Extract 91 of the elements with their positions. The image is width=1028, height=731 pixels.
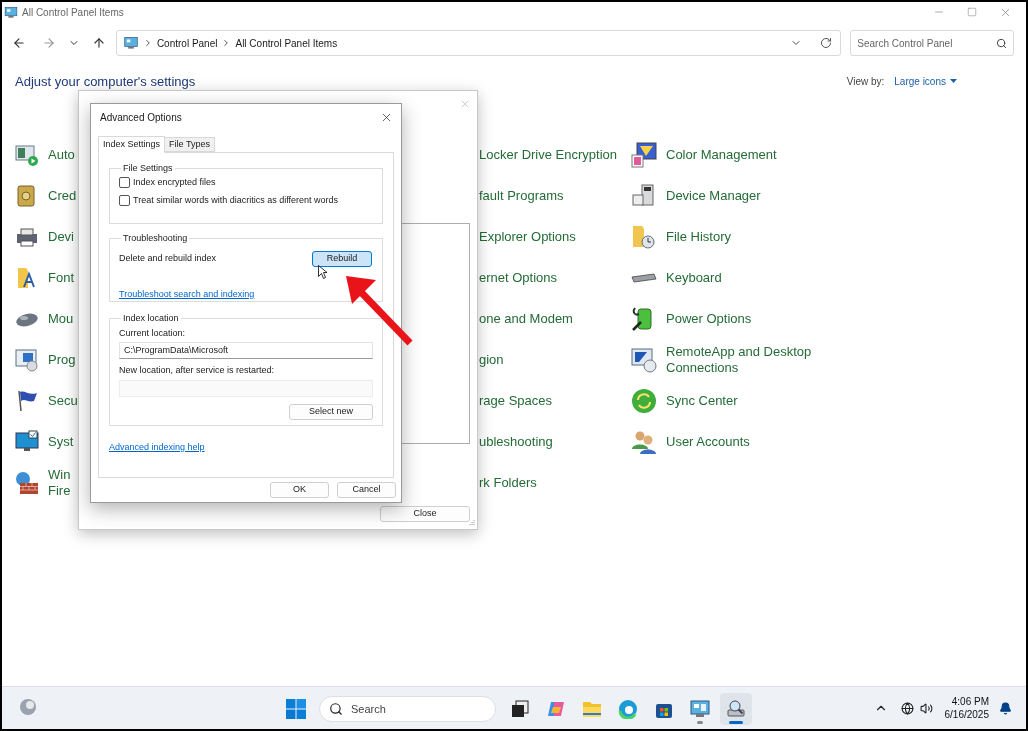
view-by-label: View by: [846, 74, 885, 89]
item-label[interactable]: fault Programs [479, 185, 564, 206]
control-panel-icon [122, 36, 139, 50]
clock-time[interactable]: 4:06 PM [951, 695, 989, 708]
volume-icon[interactable] [919, 701, 933, 715]
item-label[interactable]: Cred [48, 187, 77, 204]
back-icon[interactable] [12, 36, 26, 50]
folder-clock-icon [631, 223, 657, 250]
item-label[interactable]: Color Management [666, 146, 826, 163]
programs-monitor-icon [15, 347, 39, 372]
view-by-dropdown[interactable]: Large icons [894, 73, 957, 89]
dialog-title: Advanced Options [100, 110, 182, 125]
resize-grip-icon [467, 519, 475, 527]
breadcrumb-item[interactable]: All Control Panel Items [235, 35, 338, 51]
dialog-button[interactable]: Cancel [337, 482, 396, 498]
item-label[interactable]: File History [666, 228, 826, 245]
checkbox-label: Treat similar words with diacritics as different words [133, 194, 339, 207]
copilot-icon [546, 699, 566, 719]
task-view-icon [510, 699, 530, 719]
item-label[interactable]: Keyboard [666, 269, 826, 286]
help-link[interactable]: Advanced indexing help [109, 441, 205, 455]
item-label[interactable]: one and Modem [479, 308, 573, 329]
rebuild-description: Delete and rebuild index [119, 251, 217, 265]
sync-icon [631, 387, 657, 414]
item-label[interactable]: rage Spaces [479, 390, 552, 411]
window-title: All Control Panel Items [22, 5, 124, 20]
notification-bell-icon[interactable] [999, 701, 1012, 715]
item-label[interactable]: Sync Center [666, 392, 826, 409]
network-icon[interactable] [900, 701, 914, 715]
item-label[interactable]: Secu [48, 392, 78, 409]
control-panel-icon [4, 5, 18, 19]
checkbox-label: Index encrypted files [133, 175, 216, 189]
group-label: Troubleshooting [122, 232, 189, 245]
item-label[interactable]: Syst [48, 433, 74, 450]
up-icon[interactable] [91, 36, 106, 50]
folder-icon [582, 699, 602, 719]
item-label[interactable]: Font [48, 269, 74, 286]
rebuild-button[interactable]: Rebuild [312, 250, 372, 267]
forward-icon[interactable] [41, 36, 56, 50]
troubleshoot-link[interactable]: Troubleshoot search and indexing [119, 287, 255, 301]
item-label[interactable]: Power Options [666, 310, 826, 327]
current-location-field: C:\ProgramData\Microsoft [119, 342, 373, 359]
monitor-play-icon [15, 142, 39, 167]
item-label[interactable]: Auto [48, 146, 75, 163]
control-panel-icon [690, 699, 710, 719]
item-label[interactable]: gion [479, 349, 504, 370]
tab[interactable]: File Types [165, 137, 215, 152]
color-monitor-icon [631, 141, 657, 168]
item-label[interactable]: rk Folders [479, 472, 537, 493]
address-bar[interactable]: Control Panel All Control Panel Items [115, 30, 842, 56]
clock-date[interactable]: 6/16/2025 [944, 708, 989, 721]
search-field[interactable]: Search Control Panel [850, 30, 1014, 56]
checkbox[interactable] [119, 176, 130, 188]
item-label[interactable]: Explorer Options [479, 226, 576, 247]
pointer-arrow [344, 274, 414, 346]
caret-icon [950, 79, 957, 83]
item-label[interactable]: ernet Options [479, 267, 558, 288]
item-label[interactable]: Mou [48, 310, 74, 327]
item-label[interactable]: Prog [48, 351, 76, 368]
item-label[interactable]: User Accounts [666, 433, 826, 450]
remote-desktop-icon [631, 346, 657, 373]
browser-swirl-icon [618, 699, 638, 719]
monitor-check-icon [15, 429, 39, 454]
taskbar-search-field[interactable]: Search [319, 696, 496, 722]
search-icon [329, 702, 343, 716]
magnifier-drive-icon [726, 699, 746, 719]
computer-tower-icon [631, 182, 657, 209]
flag-icon [15, 388, 39, 413]
tab[interactable]: Index Settings [98, 136, 166, 153]
group-label: File Settings [122, 162, 174, 175]
start-icon[interactable] [286, 699, 306, 719]
search-icon [996, 37, 1007, 49]
item-label[interactable]: ubleshooting [479, 431, 553, 452]
field-label: New location, after service is restarted: [119, 364, 276, 377]
item-label[interactable]: RemoteApp and Desktop Connections [666, 343, 826, 376]
globe-firewall-icon [15, 470, 39, 495]
dialog-button[interactable]: OK [270, 482, 329, 498]
breadcrumb-item[interactable]: Control Panel [156, 35, 218, 51]
item-label[interactable]: Device Manager [666, 187, 826, 204]
select-new-button[interactable]: Select new [289, 403, 373, 420]
page-heading: Adjust your computer's settings [15, 73, 196, 89]
group-label: Index location [122, 312, 180, 325]
item-label[interactable]: Locker Drive Encryption [479, 144, 617, 165]
refresh-icon[interactable] [820, 37, 833, 49]
item-label[interactable]: Devi [48, 228, 74, 245]
mouse-cursor-icon [318, 265, 327, 279]
checkbox[interactable] [119, 195, 130, 207]
item-label[interactable]: Win Fire [48, 466, 71, 499]
field-label: Current location: [119, 326, 187, 340]
close-button[interactable]: Close [380, 506, 470, 522]
keyboard-icon [631, 272, 657, 283]
